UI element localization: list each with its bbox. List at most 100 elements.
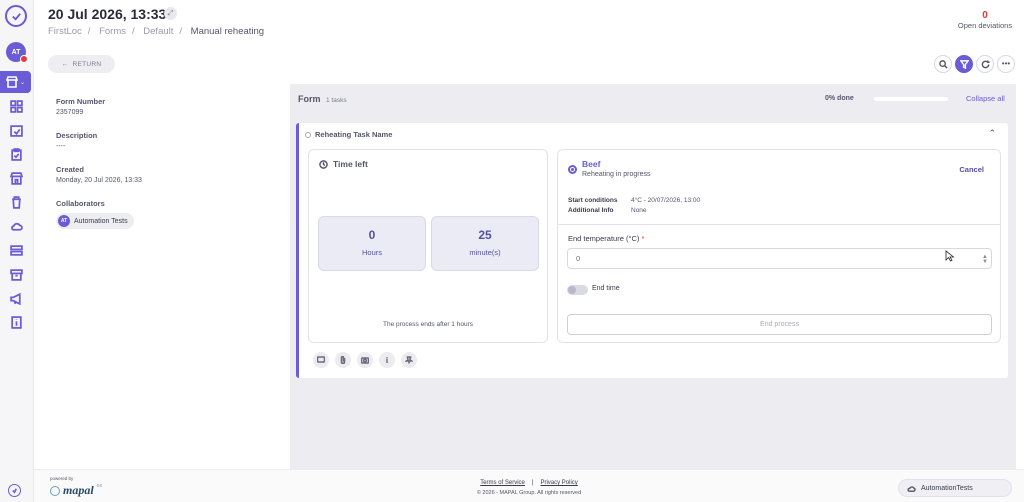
sidebar-item-tasks[interactable] — [0, 119, 32, 141]
task-actions: i — [313, 352, 417, 368]
minutes-label: minute(s) — [469, 248, 501, 257]
breadcrumb: FirstLoc / Forms / Default / Manual reheati… — [48, 26, 265, 37]
user-avatar[interactable]: AT — [6, 42, 28, 63]
megaphone-icon — [9, 292, 21, 305]
start-conditions-value: 4°C - 20/07/2026, 13:00 — [631, 197, 701, 204]
clipboard-icon — [10, 147, 22, 161]
start-conditions-label: Start conditions — [568, 197, 618, 204]
additional-info-row: Additional Info None — [568, 207, 647, 214]
ellipsis-icon: ••• — [1001, 59, 1011, 68]
calendar-check-icon — [9, 124, 23, 137]
breadcrumb-item[interactable]: FirstLoc — [48, 26, 82, 37]
arrow-left-icon: ← — [61, 60, 69, 68]
sidebar-item-waste[interactable] — [0, 191, 32, 213]
deviations-label: Open deviations — [957, 21, 1013, 30]
pin-icon — [405, 356, 413, 364]
page-title: 20 Jul 2026, 13:33 — [48, 6, 167, 22]
return-button[interactable]: ← RETURN — [48, 55, 115, 73]
dashboard-icon — [9, 99, 23, 113]
account-name: AutomationTests — [921, 484, 973, 492]
refresh-button[interactable] — [976, 55, 994, 73]
footer: powered by mapal os Terms of Service | Pri… — [34, 469, 1024, 502]
search-icon — [938, 59, 948, 69]
collaborators-field: Collaborators AT Automation Tests — [56, 199, 134, 229]
cancel-button[interactable]: Cancel — [959, 165, 984, 174]
item-selected-radio[interactable] — [568, 165, 577, 174]
camera-icon — [361, 357, 369, 364]
store-icon — [5, 76, 18, 88]
sidebar: AT ⌄ — [0, 0, 34, 502]
chevron-up-icon[interactable]: ⌃ — [988, 128, 996, 139]
account-button[interactable]: AutomationTests — [898, 479, 1012, 497]
sidebar-item-locations[interactable] — [0, 167, 32, 189]
sidebar-item-announcements[interactable] — [0, 287, 32, 309]
number-stepper-icon[interactable]: ▲ ▼ — [982, 254, 988, 265]
filter-icon — [959, 59, 969, 69]
end-temperature-input[interactable] — [567, 248, 992, 269]
archive-icon — [9, 268, 23, 281]
deviations-count: 0 — [982, 10, 988, 21]
sidebar-item-dashboard[interactable] — [0, 95, 32, 117]
app-logo-icon[interactable] — [5, 5, 27, 27]
collapse-all-link[interactable]: Collapse all — [966, 94, 1005, 103]
progress-text: 0% done — [825, 95, 854, 102]
more-options-button[interactable]: ••• — [997, 55, 1015, 73]
tasks-count: 1 tasks — [326, 97, 347, 104]
item-status: Reheating in progress — [582, 171, 651, 178]
additional-info-value: None — [631, 207, 647, 214]
link-separator: | — [531, 480, 534, 486]
sidebar-item-archive[interactable] — [0, 263, 32, 285]
chevron-down-icon: ⌄ — [19, 79, 26, 86]
mouse-cursor-icon — [945, 250, 955, 262]
created-label: Created — [56, 165, 84, 174]
sidebar-item-forms[interactable] — [0, 143, 32, 165]
terms-link[interactable]: Terms of Service — [480, 480, 525, 486]
form-details-panel: Form Number 2357099 Description ---- Cre… — [34, 84, 290, 469]
sidebar-item-store-selector[interactable]: ⌄ — [0, 71, 31, 93]
sidebar-item-info[interactable] — [0, 311, 32, 333]
sidebar-item-storage[interactable] — [0, 239, 32, 261]
task-header[interactable]: Reheating Task Name — [305, 130, 392, 139]
expand-icon[interactable]: ⤢ — [164, 7, 177, 20]
info-button[interactable]: i — [379, 352, 395, 368]
divider — [558, 224, 1000, 225]
privacy-link[interactable]: Privacy Policy — [540, 480, 577, 486]
breadcrumb-item[interactable]: Default — [143, 26, 173, 37]
clock-icon — [319, 159, 328, 169]
minutes-value: 25 — [478, 228, 492, 242]
comment-button[interactable] — [313, 352, 329, 368]
sidebar-item-cloud[interactable] — [0, 215, 32, 237]
collaborators-label: Collaborators — [56, 199, 105, 208]
task-name: Reheating Task Name — [315, 130, 393, 139]
pin-button[interactable] — [401, 352, 417, 368]
time-left-label: Time left — [333, 159, 368, 169]
form-number-value: 2357099 — [56, 109, 84, 116]
breadcrumb-item[interactable]: Forms — [99, 26, 126, 37]
form-area: Form 1 tasks 0% done Collapse all Reheat… — [290, 84, 1016, 469]
copyright: © 2026 - MAPAL Group. All rights reserve… — [476, 490, 582, 496]
time-left-card: Time left 0 Hours 25 minute(s) The proce… — [308, 149, 548, 343]
cloud-icon — [907, 485, 916, 492]
created-value: Monday, 20 Jul 2026, 13:33 — [56, 177, 142, 184]
required-marker: * — [641, 234, 645, 243]
info-book-icon — [10, 315, 22, 329]
filter-button[interactable] — [955, 55, 973, 73]
open-deviations[interactable]: 0 Open deviations — [955, 10, 1015, 30]
form-number-label: Form Number — [56, 97, 106, 106]
task-status-icon — [305, 131, 311, 138]
attach-button[interactable] — [335, 352, 351, 368]
trash-icon — [11, 195, 21, 209]
form-title-text: Form — [298, 94, 321, 104]
paperclip-icon — [340, 356, 346, 364]
search-button[interactable] — [934, 55, 952, 73]
avatar-status-dot — [20, 55, 28, 63]
description-field: Description ---- — [56, 131, 97, 150]
end-time-toggle[interactable] — [567, 285, 588, 295]
camera-button[interactable] — [357, 352, 373, 368]
end-process-button[interactable]: End process — [567, 314, 992, 335]
return-label: RETURN — [72, 60, 102, 68]
collaborator-chip[interactable]: AT Automation Tests — [56, 213, 134, 229]
settings-icon[interactable] — [8, 484, 21, 497]
minutes-box: 25 minute(s) — [431, 216, 539, 271]
task-card: Reheating Task Name ⌃ Time left 0 Hours … — [296, 123, 1008, 378]
